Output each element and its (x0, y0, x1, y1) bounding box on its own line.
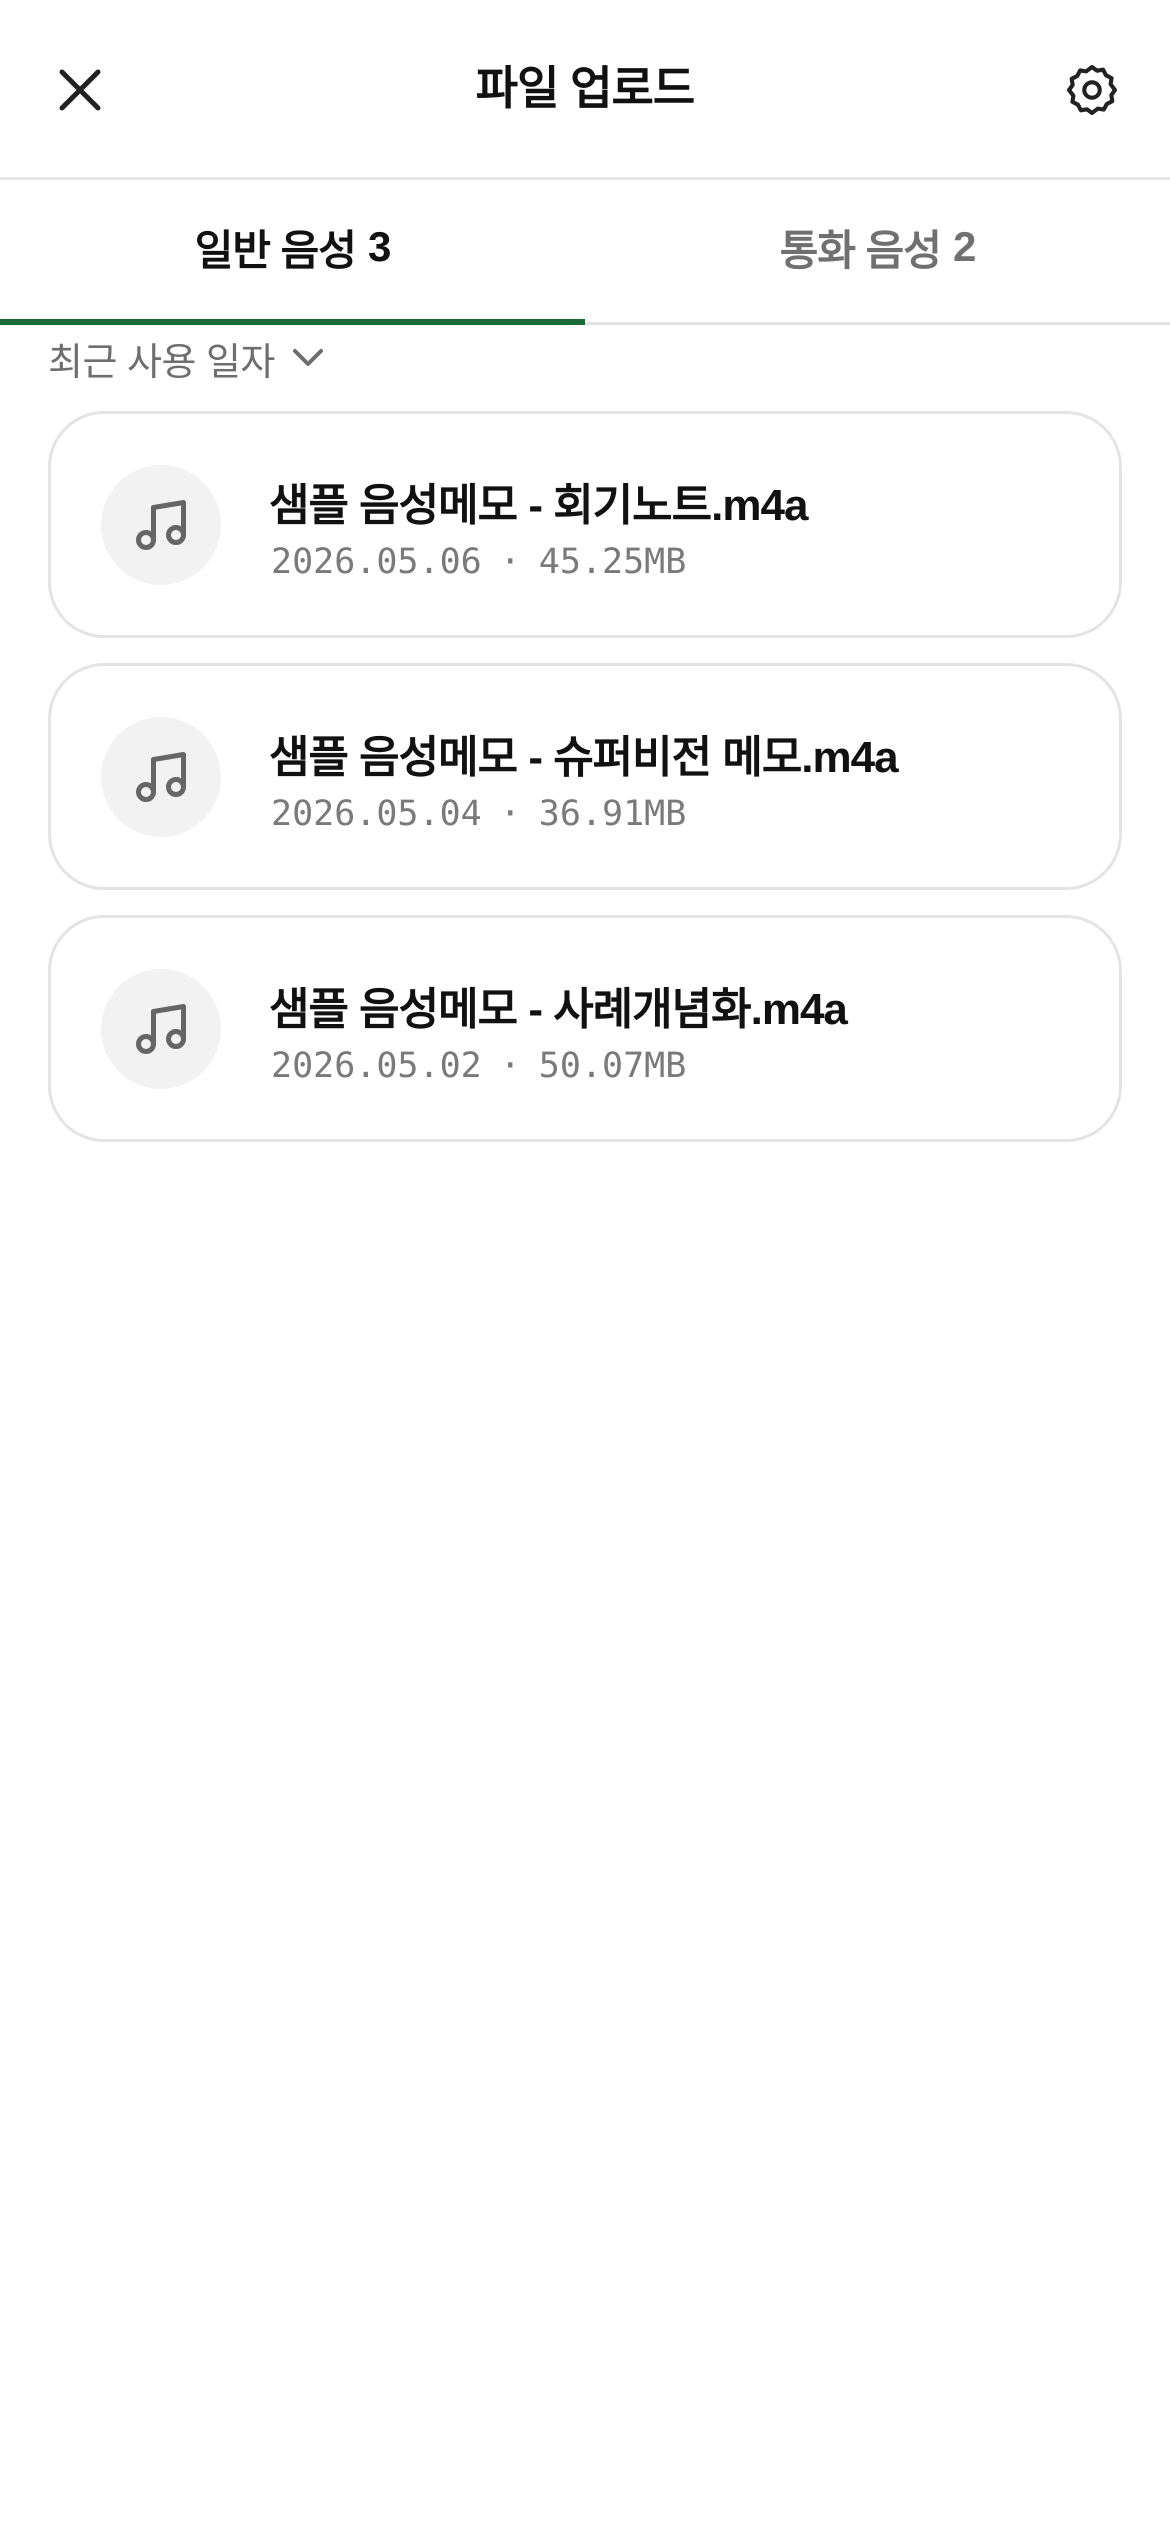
tab-call-voice[interactable]: 통화 음성 2 (585, 180, 1170, 322)
file-item[interactable]: 샘플 음성메모 - 슈퍼비전 메모.m4a 2026.05.04 · 36.91MB (48, 663, 1122, 890)
gear-icon (1066, 64, 1118, 116)
meta-separator: · (499, 1046, 521, 1086)
file-list: 샘플 음성메모 - 회기노트.m4a 2026.05.06 · 45.25MB 샘플… (48, 411, 1122, 1167)
sort-dropdown[interactable]: 최근 사용 일자 (48, 330, 325, 386)
music-note-icon (136, 500, 186, 550)
music-note-icon (136, 1004, 186, 1054)
file-meta: 2026.05.04 · 36.91MB (271, 794, 686, 834)
tab-label: 통화 음성 (779, 226, 942, 274)
file-name: 샘플 음성메모 - 회기노트.m4a (269, 481, 808, 530)
file-name: 샘플 음성메모 - 슈퍼비전 메모.m4a (269, 733, 899, 782)
sort-label: 최근 사용 일자 (48, 341, 275, 384)
file-meta: 2026.05.06 · 45.25MB (271, 542, 686, 582)
chevron-down-icon (291, 347, 325, 369)
tab-label: 일반 음성 (194, 226, 357, 274)
file-size: 36.91MB (538, 794, 687, 834)
file-thumbnail (101, 717, 221, 837)
file-size: 45.25MB (538, 542, 687, 582)
meta-separator: · (499, 542, 521, 582)
top-bar: 파일 업로드 (0, 0, 1170, 180)
settings-button[interactable] (1052, 50, 1132, 130)
file-meta: 2026.05.02 · 50.07MB (271, 1046, 686, 1086)
page-title: 파일 업로드 (475, 62, 695, 114)
file-thumbnail (101, 969, 221, 1089)
file-item[interactable]: 샘플 음성메모 - 사례개념화.m4a 2026.05.02 · 50.07MB (48, 915, 1122, 1142)
tab-bar: 일반 음성 3 통화 음성 2 (0, 180, 1170, 325)
file-date: 2026.05.06 (271, 542, 482, 582)
file-date: 2026.05.04 (271, 794, 482, 834)
meta-separator: · (499, 794, 521, 834)
file-item[interactable]: 샘플 음성메모 - 회기노트.m4a 2026.05.06 · 45.25MB (48, 411, 1122, 638)
file-size: 50.07MB (538, 1046, 687, 1086)
file-date: 2026.05.02 (271, 1046, 482, 1086)
tab-count: 2 (952, 223, 976, 270)
tab-count: 3 (367, 223, 391, 270)
file-thumbnail (101, 465, 221, 585)
file-name: 샘플 음성메모 - 사례개념화.m4a (269, 985, 848, 1034)
music-note-icon (136, 752, 186, 802)
tab-general-voice[interactable]: 일반 음성 3 (0, 180, 585, 325)
